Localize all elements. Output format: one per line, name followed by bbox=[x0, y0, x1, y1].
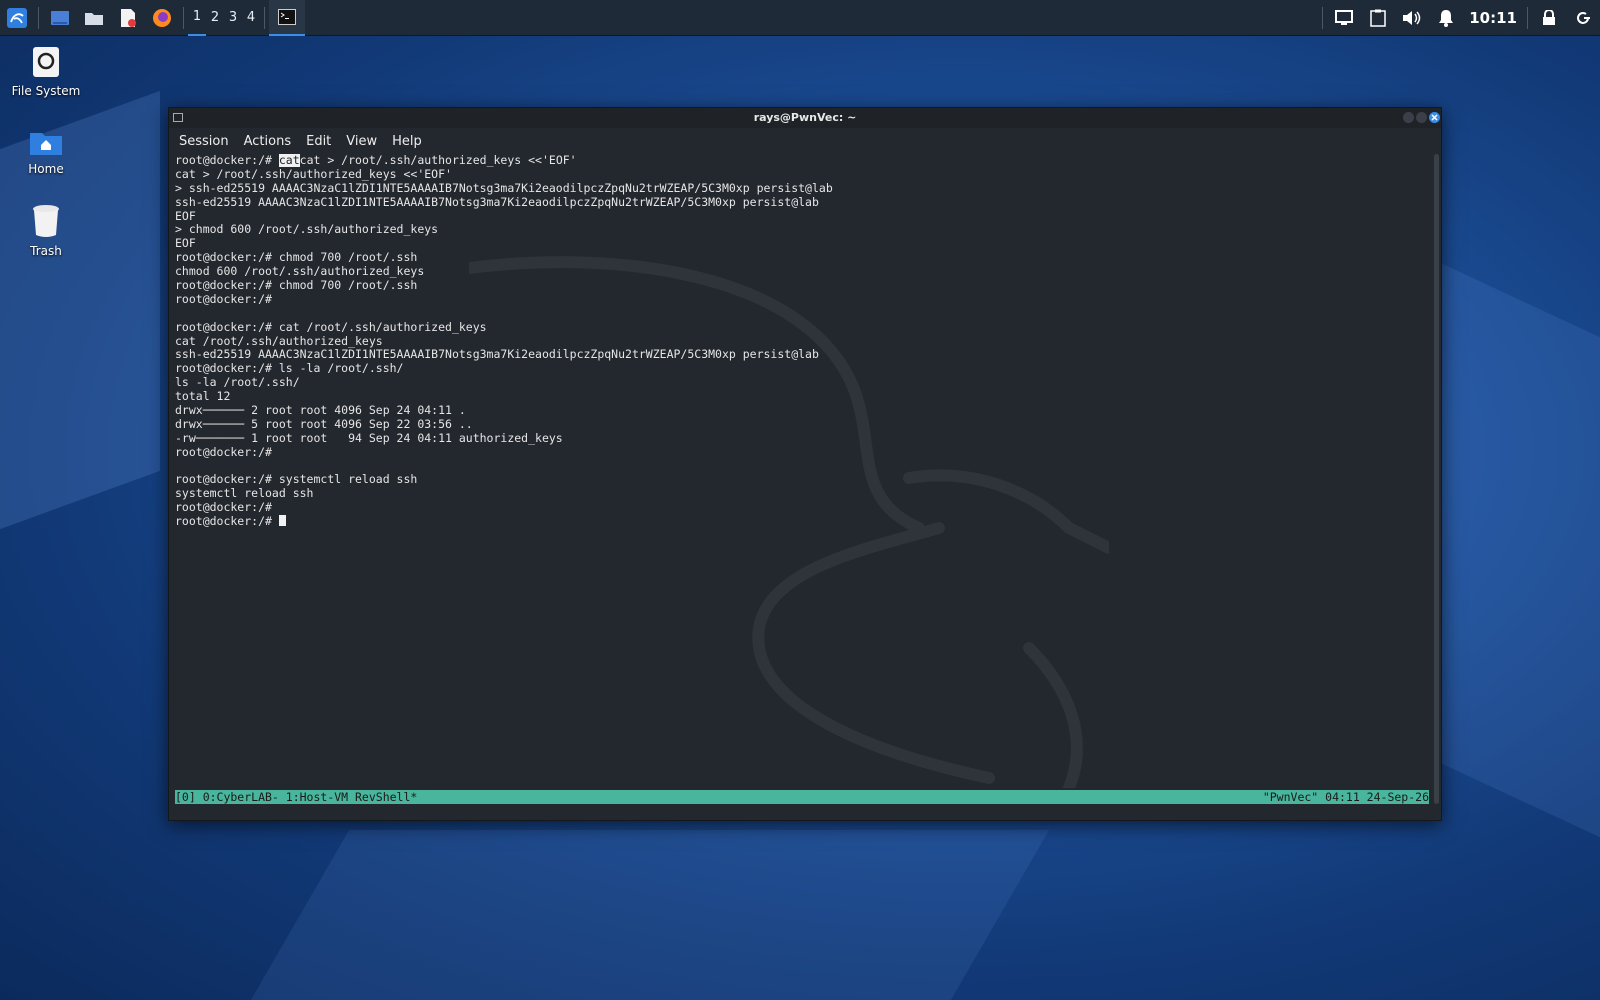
command-text: cat > /root/.ssh/authorized_keys <<'EOF' bbox=[299, 154, 577, 167]
lock-icon[interactable] bbox=[1532, 0, 1566, 36]
menu-session[interactable]: Session bbox=[179, 134, 229, 149]
terminal-line: cat > /root/.ssh/authorized_keys <<'EOF' bbox=[175, 166, 452, 181]
terminal-line: root@docker:/# ls -la /root/.ssh/ bbox=[175, 361, 404, 376]
drive-icon bbox=[33, 47, 59, 77]
tmux-window-list[interactable]: [0] 0:CyberLAB- 1:Host-VM RevShell* bbox=[175, 790, 417, 804]
file-manager-icon[interactable] bbox=[77, 0, 111, 36]
terminal-line: > ssh-ed25519 AAAAC3NzaC1lZDI1NTE5AAAAIB… bbox=[175, 180, 833, 195]
text-editor-icon[interactable] bbox=[111, 0, 145, 36]
workspace-3[interactable]: 3 bbox=[224, 0, 242, 36]
desktop-icon[interactable] bbox=[43, 0, 77, 36]
system-tray: 10:11 bbox=[1318, 0, 1600, 36]
selected-text: cat bbox=[278, 154, 300, 167]
terminal-line: root@docker:/# bbox=[175, 500, 272, 515]
panel-separator bbox=[1322, 6, 1324, 29]
terminal-line: > chmod 600 /root/.ssh/authorized_keys bbox=[175, 222, 439, 237]
terminal-window[interactable]: rays@PwnVec: ~ Session Actions Edit View… bbox=[168, 107, 1442, 821]
desktop-icon-trash[interactable]: Trash bbox=[1, 204, 91, 258]
desktop-icon-home[interactable]: Home bbox=[1, 130, 91, 176]
panel-separator bbox=[1527, 6, 1528, 29]
terminal-line: root@docker:/# cat /root/.ssh/authorized… bbox=[175, 319, 487, 334]
terminal-line: root@docker:/# chmod 700 /root/.ssh bbox=[175, 250, 418, 265]
workspace-4[interactable]: 4 bbox=[242, 0, 260, 36]
terminal-line: chmod 600 /root/.ssh/authorized_keys bbox=[175, 264, 425, 279]
terminal-line: ssh-ed25519 AAAAC3NzaC1lZDI1NTE5AAAAIB7N… bbox=[175, 194, 819, 209]
menu-help[interactable]: Help bbox=[392, 134, 422, 149]
taskbar-terminal-button[interactable] bbox=[269, 0, 305, 36]
display-icon[interactable] bbox=[1327, 0, 1361, 36]
workspace-1[interactable]: 1 bbox=[188, 0, 206, 36]
terminal-line: root@docker:/# bbox=[175, 514, 1429, 529]
tmux-status-bar: [0] 0:CyberLAB- 1:Host-VM RevShell* "Pwn… bbox=[175, 790, 1429, 804]
terminal-line: drwx────── 2 root root 4096 Sep 24 04:11… bbox=[175, 403, 466, 418]
menu-edit[interactable]: Edit bbox=[306, 134, 331, 149]
close-icon bbox=[1431, 114, 1438, 121]
terminal-line: EOF bbox=[175, 236, 196, 251]
terminal-line: -rw─────── 1 root root 94 Sep 24 04:11 a… bbox=[175, 430, 563, 445]
top-panel: 1 2 3 4 10:11 bbox=[0, 0, 1600, 36]
terminal-icon bbox=[278, 8, 296, 25]
panel-separator bbox=[38, 6, 39, 29]
desktop-icon-file-system[interactable]: File System bbox=[1, 46, 91, 98]
wallpaper-shard bbox=[250, 830, 1050, 1000]
terminal-line: EOF bbox=[175, 208, 196, 223]
panel-separator bbox=[264, 6, 265, 29]
trash-icon bbox=[33, 205, 59, 237]
wallpaper-shard bbox=[1440, 262, 1600, 838]
text-cursor bbox=[278, 515, 286, 527]
menu-view[interactable]: View bbox=[346, 134, 377, 149]
window-title: rays@PwnVec: ~ bbox=[753, 111, 857, 124]
menu-bar: Session Actions Edit View Help bbox=[169, 128, 1441, 154]
terminal-line: cat /root/.ssh/authorized_keys bbox=[175, 333, 383, 348]
panel-clock[interactable]: 10:11 bbox=[1463, 9, 1523, 27]
desktop-icon-label: File System bbox=[11, 84, 81, 98]
volume-icon[interactable] bbox=[1395, 0, 1429, 36]
terminal-line: drwx────── 5 root root 4096 Sep 22 03:56… bbox=[175, 416, 473, 431]
tmux-status-right: "PwnVec" 04:11 24-Sep-26 bbox=[1262, 790, 1429, 804]
terminal-line: root@docker:/# chmod 700 /root/.ssh bbox=[175, 278, 418, 293]
terminal-output[interactable]: root@docker:/# catcat > /root/.ssh/autho… bbox=[175, 154, 1429, 784]
terminal-line: systemctl reload ssh bbox=[175, 486, 314, 501]
notification-bell-icon[interactable] bbox=[1429, 0, 1463, 36]
terminal-line: root@docker:/# bbox=[175, 291, 272, 306]
home-folder-icon bbox=[30, 133, 62, 155]
firefox-icon[interactable] bbox=[145, 0, 179, 36]
menu-actions[interactable]: Actions bbox=[244, 134, 292, 149]
kali-menu-icon[interactable] bbox=[0, 0, 34, 36]
scrollbar[interactable] bbox=[1434, 154, 1439, 804]
desktop-icon-label: Home bbox=[28, 162, 64, 176]
prompt: root@docker:/# bbox=[175, 154, 279, 167]
maximize-button[interactable] bbox=[1416, 112, 1427, 123]
window-titlebar[interactable]: rays@PwnVec: ~ bbox=[169, 108, 1441, 128]
terminal-line: ls -la /root/.ssh/ bbox=[175, 375, 300, 390]
prompt: root@docker:/# bbox=[175, 514, 279, 529]
minimize-button[interactable] bbox=[1403, 112, 1414, 123]
clipboard-icon[interactable] bbox=[1361, 0, 1395, 36]
terminal-line: root@docker:/# systemctl reload ssh bbox=[175, 472, 418, 487]
workspace-2[interactable]: 2 bbox=[206, 0, 224, 36]
terminal-line: total 12 bbox=[175, 389, 231, 404]
close-button[interactable] bbox=[1429, 112, 1440, 123]
desktop-icon-label: Trash bbox=[30, 244, 62, 258]
panel-separator bbox=[183, 6, 184, 29]
terminal-line: ssh-ed25519 AAAAC3NzaC1lZDI1NTE5AAAAIB7N… bbox=[175, 347, 819, 362]
terminal-line: root@docker:/# bbox=[175, 444, 272, 459]
terminal-line: root@docker:/# catcat > /root/.ssh/autho… bbox=[175, 154, 1429, 168]
logout-icon[interactable] bbox=[1566, 0, 1600, 36]
